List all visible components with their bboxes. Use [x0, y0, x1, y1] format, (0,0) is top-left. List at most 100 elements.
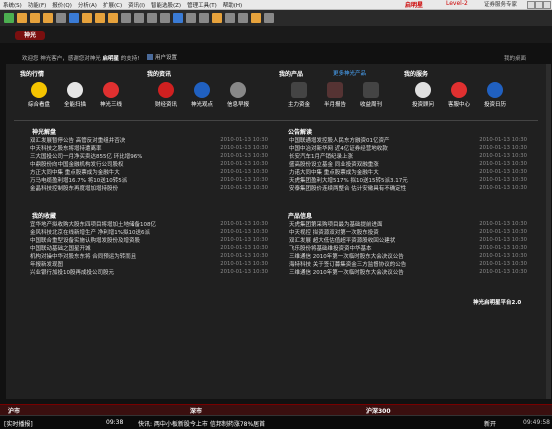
- news-row[interactable]: 海特科技 关于签订募集资金三方监督协议的公告 2010-01-13 10:30: [289, 260, 527, 268]
- news-row[interactable]: 三维通信 2010年第一次临时股东大会决议公告 2010-01-13 10:30: [289, 268, 527, 276]
- news-row[interactable]: 机构对操中华对股东东将 合同预运为转而且 2010-01-13 10:30: [30, 252, 268, 260]
- news-row[interactable]: 金晶科技控制股东再度增加增持股份 2010-01-13 10:30: [30, 184, 268, 192]
- card-market-0[interactable]: 综合看盘: [28, 82, 50, 108]
- toolbar-button-icon[interactable]: [264, 13, 274, 23]
- maximize-button[interactable]: [535, 1, 543, 9]
- news-row[interactable]: 兴业银行加投10股再成投公司股元 2010-01-13 10:30: [30, 268, 268, 276]
- index-hs300[interactable]: 沪深300: [366, 406, 391, 415]
- news-row[interactable]: 中鼎股份向中国金融机构发行公司股权 2010-01-13 10:30: [30, 160, 268, 168]
- footer-brand: 神光启明星平台2.0: [473, 300, 522, 306]
- news-row[interactable]: 飞乐股份将基础维投资资中华基本 2010-01-13 10:30: [289, 244, 527, 252]
- toolbar-button-icon[interactable]: [134, 13, 144, 23]
- card-product-1[interactable]: 半月报告: [324, 82, 346, 108]
- section-title-info: 我的资讯: [147, 71, 172, 78]
- news-row[interactable]: 年报新发现图 2010-01-13 10:30: [30, 260, 268, 268]
- product-info-title: 产品信息: [288, 213, 313, 220]
- index-sh[interactable]: 沪市: [8, 406, 20, 415]
- news-row[interactable]: 金风科技北京在线新增生产 净利增1%拟10送6派 2010-01-13 10:30: [30, 228, 268, 236]
- toolbar-button-icon[interactable]: [225, 13, 235, 23]
- card-info-1[interactable]: 神光观点: [191, 82, 213, 108]
- card-product-0[interactable]: 主力资金: [288, 82, 310, 108]
- news-date: 2010-01-13 10:30: [479, 185, 527, 191]
- news-row[interactable]: 安泰集团股价连续两整合 估计安徽具有不确定性 2010-01-13 10:30: [289, 184, 527, 192]
- news-headline: 中国联通增发控股人民东方融资01亿资产: [289, 138, 390, 144]
- news-row[interactable]: 盛高股份设立基金 同业投资双融重涨 2010-01-13 10:30: [289, 160, 527, 168]
- news-row[interactable]: 三大国投公司一月净买卖达855亿 环比增96% 2010-01-13 10:30: [30, 152, 268, 160]
- menu-item[interactable]: 报价(Q): [49, 1, 75, 9]
- news-row[interactable]: 方正大同中集 重点股票成为金融牛大 2010-01-13 10:30: [30, 168, 268, 176]
- news-headline: 金风科技北京在线新增生产 净利增1%拟10送6派: [30, 230, 150, 236]
- toolbar-button-icon[interactable]: [17, 13, 27, 23]
- user-settings-link[interactable]: 用户设置: [147, 53, 177, 61]
- news-headline: 中国中冶对新华网 近4亿证券经营地收款: [289, 146, 388, 152]
- menu-item[interactable]: 帮助(H): [220, 1, 245, 9]
- service-card-icon: [451, 82, 467, 98]
- news-row[interactable]: 宜华地产拟收购大股东四项目将增加土地储备108亿 2010-01-13 10:30: [30, 220, 268, 228]
- more-products-link[interactable]: 更多神光产品: [333, 69, 366, 77]
- news-row[interactable]: 中国联合重型设备实施认购增发股份及增资股 2010-01-13 10:30: [30, 236, 268, 244]
- news-row[interactable]: 双汇发展暂停公告 高管反对重组并否决 2010-01-13 10:30: [30, 136, 268, 144]
- toolbar-button-icon[interactable]: [238, 13, 248, 23]
- news-row[interactable]: 中国联通增发控股人民东方融资01亿资产 2010-01-13 10:30: [289, 136, 527, 144]
- news-row[interactable]: 中天科技之股东将增持遭离率 2010-01-13 10:30: [30, 144, 268, 152]
- market-card-icon: [31, 82, 47, 98]
- toolbar-button-icon[interactable]: [160, 13, 170, 23]
- card-product-2[interactable]: 收益周刊: [360, 82, 382, 108]
- news-ticker[interactable]: 快讯: 两中小板新股今上市 信邦制药涨78%居首: [138, 419, 265, 428]
- news-headline: 中天视控 拟资源双对第一次股东投资: [289, 230, 379, 236]
- menu-item[interactable]: 系统(S): [0, 1, 25, 9]
- toolbar-button-icon[interactable]: [82, 13, 92, 23]
- news-row[interactable]: 三维通信 2010年第一次临时股东大会决议公告 2010-01-13 10:30: [289, 252, 527, 260]
- toolbar-button-icon[interactable]: [186, 13, 196, 23]
- toolbar-button-icon[interactable]: [4, 13, 14, 23]
- menu-item[interactable]: 分析(A): [75, 1, 100, 9]
- toolbar-button-icon[interactable]: [43, 13, 53, 23]
- card-market-2[interactable]: 神光三线: [100, 82, 122, 108]
- toolbar-button-icon[interactable]: [147, 13, 157, 23]
- menu-item[interactable]: 功能(F): [25, 1, 49, 9]
- close-button[interactable]: [543, 1, 551, 9]
- toolbar-button-icon[interactable]: [56, 13, 66, 23]
- toolbar-button-icon[interactable]: [69, 13, 79, 23]
- news-date: 2010-01-13 10:30: [220, 169, 268, 175]
- news-row[interactable]: 天虎集团第采购项目最为基础提前进面 2010-01-13 10:30: [289, 220, 527, 228]
- toolbar-button-icon[interactable]: [251, 13, 261, 23]
- news-row[interactable]: 中国联动基础之国星开城 2010-01-13 10:30: [30, 244, 268, 252]
- news-headline: 海特科技 关于签订募集资金三方监督协议的公告: [289, 262, 407, 268]
- info-card-icon: [194, 82, 210, 98]
- toolbar-button-icon[interactable]: [212, 13, 222, 23]
- toolbar-button-icon[interactable]: [199, 13, 209, 23]
- news-row[interactable]: 长安汽车1月产销纪录上涨 2010-01-13 10:30: [289, 152, 527, 160]
- news-row[interactable]: 万马电缆盈利增16.7% 将10送10转5派 2010-01-13 10:30: [30, 176, 268, 184]
- card-service-0[interactable]: 投资顾问: [412, 82, 434, 108]
- card-service-2[interactable]: 投资日历: [484, 82, 506, 108]
- index-sz[interactable]: 深市: [190, 406, 202, 415]
- card-label: 主力资金: [288, 102, 311, 108]
- news-date: 2010-01-13 10:30: [220, 137, 268, 143]
- news-row[interactable]: 中国中冶对新华网 近4亿证券经营地收款 2010-01-13 10:30: [289, 144, 527, 152]
- card-market-1[interactable]: 全能扫描: [64, 82, 86, 108]
- card-service-1[interactable]: 客服中心: [448, 82, 470, 108]
- news-row[interactable]: 双汇发展 超大低估值超平资源股收回公建状 2010-01-13 10:30: [289, 236, 527, 244]
- toolbar-button-icon[interactable]: [108, 13, 118, 23]
- divider: [14, 120, 538, 121]
- toolbar-button-icon[interactable]: [95, 13, 105, 23]
- toolbar-button-icon[interactable]: [30, 13, 40, 23]
- menu-item[interactable]: 资讯(I): [125, 1, 148, 9]
- menu-item[interactable]: 管理工具(T): [184, 1, 220, 9]
- card-info-2[interactable]: 信息早报: [227, 82, 249, 108]
- news-row[interactable]: 力诺大同中集 重点股票成为金融牛大 2010-01-13 10:30: [289, 168, 527, 176]
- toolbar-button-icon[interactable]: [121, 13, 131, 23]
- minimize-button[interactable]: [527, 1, 535, 9]
- card-info-0[interactable]: 财经资讯: [155, 82, 177, 108]
- menu-item[interactable]: 智能选股(Z): [148, 1, 184, 9]
- news-headline: 长安汽车1月产销纪录上涨: [289, 154, 354, 160]
- toolbar-button-icon[interactable]: [173, 13, 183, 23]
- vertical-scrollbar[interactable]: [546, 64, 551, 399]
- news-row[interactable]: 中天视控 拟资源双对第一次股东投资 2010-01-13 10:30: [289, 228, 527, 236]
- market-card-icon: [103, 82, 119, 98]
- news-right-title: 公告解读: [288, 129, 313, 136]
- menu-item[interactable]: 扩展(C): [100, 1, 125, 9]
- news-row[interactable]: 天虎集团盈利大增517% 拟10送15转5派3.17元 2010-01-13 10…: [289, 176, 527, 184]
- news-headline: 中国联动基础之国星开城: [30, 246, 91, 252]
